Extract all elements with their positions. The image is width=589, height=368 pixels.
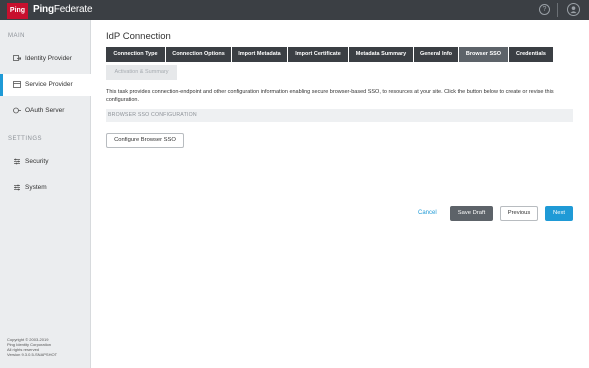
tab-general-info[interactable]: General Info <box>414 47 458 62</box>
brand-name: PingFederate <box>33 4 93 15</box>
system-icon <box>13 184 21 191</box>
brand-bold: Ping <box>33 4 54 15</box>
sidebar-item-oauth-server[interactable]: OAuth Server <box>0 100 91 122</box>
oauth-icon <box>13 107 21 114</box>
sidebar-item-identity-provider[interactable]: Identity Provider <box>0 48 91 70</box>
tab-import-metadata[interactable]: Import Metadata <box>232 47 287 62</box>
sidebar-item-service-provider[interactable]: Service Provider <box>0 74 92 96</box>
sidebar-item-label: OAuth Server <box>25 107 65 114</box>
sidebar-item-label: Identity Provider <box>25 55 72 62</box>
help-icon[interactable]: ? <box>539 4 550 15</box>
sp-icon <box>13 81 21 88</box>
configure-browser-sso-button[interactable]: Configure Browser SSO <box>106 133 184 148</box>
security-icon <box>13 158 21 165</box>
sidebar-item-system[interactable]: System <box>0 177 91 199</box>
sidebar-heading-settings: SETTINGS <box>8 136 43 142</box>
tab-credentials[interactable]: Credentials <box>509 47 553 62</box>
next-button[interactable]: Next <box>545 206 573 221</box>
sidebar: MAIN Identity Provider Service Provider … <box>0 20 92 368</box>
ping-logo[interactable]: Ping <box>7 3 28 19</box>
idp-icon <box>13 55 22 62</box>
section-header: BROWSER SSO CONFIGURATION <box>106 109 573 122</box>
tab-import-certificate[interactable]: Import Certificate <box>288 47 348 62</box>
tab-browser-sso[interactable]: Browser SSO <box>459 47 508 62</box>
version-line: Version 9.3.0.5-SNAPSHOT <box>7 352 58 357</box>
tab-metadata-summary[interactable]: Metadata Summary <box>349 47 413 62</box>
header-divider <box>557 3 558 17</box>
tab-activation-summary: Activation & Summary <box>106 65 177 80</box>
page-title: IdP Connection <box>106 31 171 42</box>
top-bar: Ping PingFederate ? <box>0 0 589 20</box>
task-description: This task provides connection-endpoint a… <box>106 89 554 103</box>
sidebar-item-security[interactable]: Security <box>0 151 91 173</box>
tab-connection-type[interactable]: Connection Type <box>106 47 165 62</box>
sidebar-item-label: Service Provider <box>25 81 73 88</box>
user-icon[interactable] <box>567 3 580 16</box>
save-draft-button[interactable]: Save Draft <box>450 206 493 221</box>
previous-button[interactable]: Previous <box>500 206 538 221</box>
sidebar-heading-main: MAIN <box>8 33 25 39</box>
tab-connection-options[interactable]: Connection Options <box>166 47 231 62</box>
brand-light: Federate <box>53 4 93 15</box>
sidebar-item-label: System <box>25 184 47 191</box>
copyright: Copyright © 2003-2019 Ping Identity Corp… <box>7 337 87 357</box>
cancel-link[interactable]: Cancel <box>418 210 437 216</box>
sidebar-item-label: Security <box>25 158 49 165</box>
